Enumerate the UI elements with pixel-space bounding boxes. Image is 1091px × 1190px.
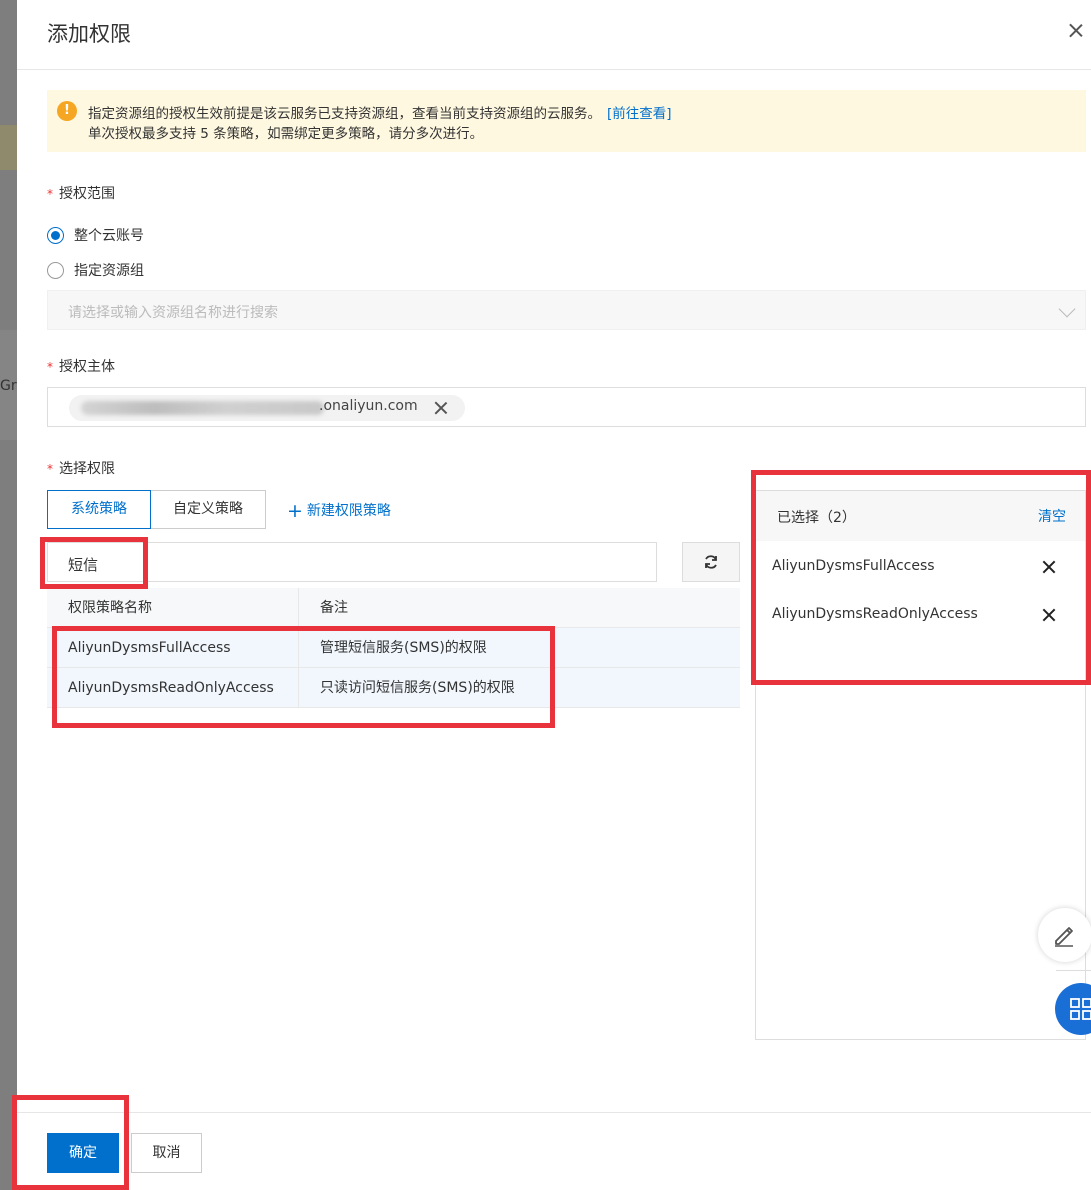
plus-icon: + (287, 500, 303, 522)
policy-name-cell: AliyunDysmsReadOnlyAccess (47, 668, 299, 707)
refresh-button[interactable] (682, 542, 740, 582)
required-mark: * (47, 462, 53, 476)
page-backdrop: Gr (0, 0, 17, 1190)
notice-text-2: 单次授权最多支持 5 条策略，如需绑定更多策略，请分多次进行。 (88, 126, 484, 142)
background-partial-text: Gr (0, 378, 17, 394)
float-divider (1056, 970, 1091, 971)
remove-selected-icon[interactable] (1041, 559, 1057, 575)
table-row[interactable]: AliyunDysmsReadOnlyAccess 只读访问短信服务(SMS)的… (47, 668, 740, 708)
warning-icon: ! (57, 101, 77, 121)
required-mark: * (47, 187, 53, 201)
permissions-label: * 选择权限 (47, 461, 115, 477)
selected-item: AliyunDysmsReadOnlyAccess (756, 589, 1085, 637)
footer-divider (17, 1112, 1091, 1113)
radio-unchecked-icon[interactable] (47, 261, 64, 279)
principal-tag-text: .onaliyun.com (319, 398, 418, 414)
table-row[interactable]: AliyunDysmsFullAccess 管理短信服务(SMS)的权限 (47, 628, 740, 668)
clear-selection-link[interactable]: 清空 (1038, 506, 1066, 526)
selected-policies-panel: 已选择（2） 清空 AliyunDysmsFullAccess AliyunDy… (755, 490, 1086, 1040)
policy-name-cell: AliyunDysmsFullAccess (47, 628, 299, 667)
add-permission-drawer: 添加权限 ! 指定资源组的授权生效前提是该云服务已支持资源组，查看当前支持资源组… (12, 0, 1091, 1190)
selected-count-title: 已选择（2） (777, 510, 856, 526)
selected-item: AliyunDysmsFullAccess (756, 541, 1085, 589)
chevron-down-icon (1058, 300, 1076, 318)
remove-selected-icon[interactable] (1041, 607, 1057, 623)
principal-input[interactable]: .onaliyun.com (47, 387, 1086, 427)
notice-banner: ! 指定资源组的授权生效前提是该云服务已支持资源组，查看当前支持资源组的云服务。… (47, 90, 1086, 152)
radio-whole-account[interactable]: 整个云账号 (47, 225, 144, 245)
tab-system-policy[interactable]: 系统策略 (47, 490, 151, 529)
new-policy-link[interactable]: + 新建权限策略 (287, 500, 391, 522)
selected-header: 已选择（2） 清空 (756, 491, 1085, 541)
drawer-header: 添加权限 (17, 0, 1091, 70)
scope-label: * 授权范围 (47, 186, 115, 202)
feedback-edit-button[interactable] (1038, 908, 1091, 962)
policy-search-value: 短信 (68, 556, 99, 574)
radio-checked-icon[interactable] (47, 226, 64, 244)
refresh-icon (705, 555, 717, 569)
required-mark: * (47, 360, 53, 374)
resource-group-select: 请选择或输入资源组名称进行搜索 (47, 290, 1086, 330)
redacted-account-blur (81, 401, 324, 415)
column-header-policy-name: 权限策略名称 (47, 588, 299, 627)
pencil-icon (1055, 927, 1073, 947)
column-header-note: 备注 (320, 600, 348, 616)
cancel-button[interactable]: 取消 (131, 1133, 202, 1173)
table-header-row: 权限策略名称 备注 (47, 588, 740, 628)
drawer-title: 添加权限 (47, 22, 131, 46)
principal-tag: .onaliyun.com (69, 395, 465, 421)
close-icon[interactable] (1065, 20, 1087, 42)
resource-group-placeholder: 请选择或输入资源组名称进行搜索 (68, 305, 278, 321)
notice-text-1: 指定资源组的授权生效前提是该云服务已支持资源组，查看当前支持资源组的云服务。 (88, 106, 601, 122)
policy-note-cell: 管理短信服务(SMS)的权限 (320, 640, 487, 656)
tab-custom-policy[interactable]: 自定义策略 (150, 490, 266, 529)
selected-item-label: AliyunDysmsFullAccess (772, 558, 935, 574)
notice-view-link[interactable]: [前往查看] (607, 106, 672, 122)
policy-table: 权限策略名称 备注 AliyunDysmsFullAccess 管理短信服务(S… (47, 588, 740, 708)
policy-note-cell: 只读访问短信服务(SMS)的权限 (320, 680, 515, 696)
principal-label: * 授权主体 (47, 359, 115, 375)
grid-icon (1070, 998, 1091, 1020)
radio-resource-group[interactable]: 指定资源组 (47, 260, 144, 280)
remove-principal-icon[interactable] (433, 400, 449, 416)
policy-search-input[interactable]: 短信 (47, 542, 657, 582)
selected-item-label: AliyunDysmsReadOnlyAccess (772, 606, 978, 622)
confirm-button[interactable]: 确定 (47, 1133, 119, 1173)
